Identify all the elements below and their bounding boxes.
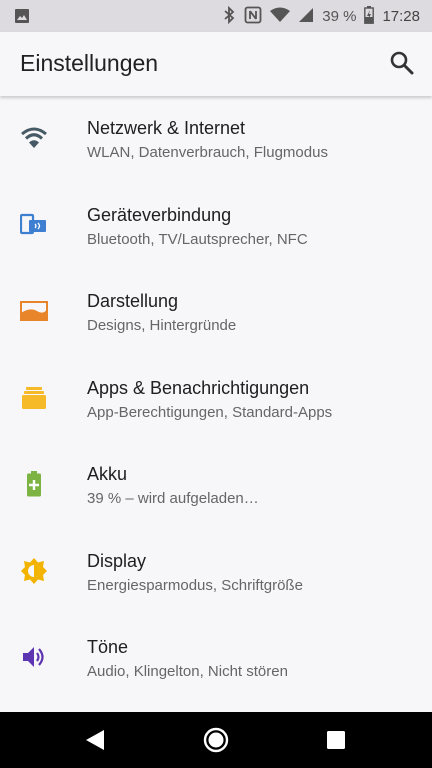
bluetooth-icon xyxy=(222,5,236,27)
image-notification-icon xyxy=(14,8,30,27)
battery-percent: 39 % xyxy=(322,7,357,25)
nfc-icon xyxy=(244,6,262,27)
wifi-status-icon xyxy=(270,7,291,26)
status-bar: 39 % 17:28 xyxy=(0,0,432,32)
settings-item-sound[interactable]: Töne Audio, Klingelton, Nicht stören xyxy=(0,615,432,702)
settings-item-summary: Bluetooth, TV/Lautsprecher, NFC xyxy=(87,230,308,248)
settings-item-network[interactable]: Netzwerk & Internet WLAN, Datenverbrauch… xyxy=(0,96,432,183)
wallpaper-icon xyxy=(20,297,48,325)
settings-item-summary: 39 % – wird aufgeladen… xyxy=(87,490,259,507)
settings-item-label: Netzwerk & Internet xyxy=(87,118,246,138)
settings-item-label: Töne xyxy=(87,637,129,657)
clock: 17:28 xyxy=(382,7,420,25)
settings-list: Netzwerk & Internet WLAN, Datenverbrauch… xyxy=(0,96,432,702)
devices-icon xyxy=(19,211,48,239)
settings-item-summary: Audio, Klingelton, Nicht stören xyxy=(87,663,288,680)
brightness-icon xyxy=(20,557,48,585)
back-icon[interactable] xyxy=(82,726,110,754)
settings-item-apps[interactable]: Apps & Benachrichtigungen App-Berechtigu… xyxy=(0,356,432,443)
apps-icon xyxy=(20,384,48,412)
settings-item-label: Darstellung xyxy=(87,291,179,311)
wifi-icon xyxy=(20,124,48,152)
volume-icon xyxy=(20,643,48,671)
home-icon[interactable] xyxy=(202,726,230,754)
settings-item-label: Display xyxy=(87,550,147,571)
settings-item-connected-devices[interactable]: Geräteverbindung Bluetooth, TV/Lautsprec… xyxy=(0,183,432,270)
page-title: Einstellungen xyxy=(20,50,159,76)
settings-item-display[interactable]: Display Energiesparmodus, Schriftgröße xyxy=(0,529,432,616)
settings-item-summary: Energiesparmodus, Schriftgröße xyxy=(87,576,303,594)
app-bar: Einstellungen xyxy=(0,32,432,96)
settings-item-battery[interactable]: Akku 39 % – wird aufgeladen… xyxy=(0,442,432,529)
settings-item-label: Akku xyxy=(87,464,128,484)
settings-item-summary: App-Berechtigungen, Standard-Apps xyxy=(87,403,333,421)
settings-item-label: Geräteverbindung xyxy=(87,204,232,225)
settings-item-summary: WLAN, Datenverbrauch, Flugmodus xyxy=(87,144,328,161)
signal-icon xyxy=(298,7,314,26)
navigation-bar xyxy=(0,712,432,768)
settings-item-display-style[interactable]: Darstellung Designs, Hintergründe xyxy=(0,269,432,356)
settings-item-summary: Designs, Hintergründe xyxy=(87,317,237,334)
battery-charging-icon xyxy=(20,470,48,498)
search-icon[interactable] xyxy=(388,49,416,77)
recents-icon[interactable] xyxy=(322,726,350,754)
settings-item-label: Apps & Benachrichtigungen xyxy=(87,377,310,398)
battery-icon xyxy=(364,5,375,27)
